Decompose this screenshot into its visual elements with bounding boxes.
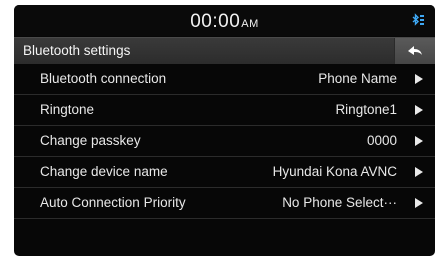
setting-label: Ringtone bbox=[40, 102, 95, 117]
setting-change-passkey[interactable]: Change passkey 0000 bbox=[14, 126, 435, 157]
setting-value: 0000 bbox=[366, 133, 397, 148]
clock-time: 00:00 bbox=[190, 11, 241, 32]
chevron-right-icon bbox=[415, 136, 423, 146]
setting-bluetooth-connection[interactable]: Bluetooth connection Phone Name bbox=[14, 64, 435, 95]
settings-list: Bluetooth connection Phone Name Ringtone… bbox=[14, 64, 435, 219]
title-bar: Bluetooth settings bbox=[14, 37, 435, 64]
back-arrow-icon bbox=[408, 46, 422, 55]
chevron-right-icon bbox=[415, 198, 423, 208]
status-bar: 00:00AM bbox=[14, 5, 435, 36]
setting-label: Change passkey bbox=[40, 133, 141, 148]
setting-value: No Phone Select··· bbox=[282, 195, 397, 210]
chevron-right-icon bbox=[415, 74, 423, 84]
clock-ampm: AM bbox=[241, 18, 259, 30]
clock: 00:00AM bbox=[14, 11, 435, 33]
setting-change-device-name[interactable]: Change device name Hyundai Kona AVNC bbox=[14, 157, 435, 188]
bluetooth-phone-icon bbox=[411, 12, 425, 30]
setting-auto-connection-priority[interactable]: Auto Connection Priority No Phone Select… bbox=[14, 188, 435, 219]
setting-value: Hyundai Kona AVNC bbox=[272, 164, 397, 179]
chevron-right-icon bbox=[415, 167, 423, 177]
head-unit-screen: 00:00AM Bluetooth settings Bluetooth con… bbox=[14, 5, 435, 256]
setting-label: Change device name bbox=[40, 164, 168, 179]
chevron-right-icon bbox=[415, 105, 423, 115]
page-title: Bluetooth settings bbox=[23, 43, 131, 58]
setting-label: Bluetooth connection bbox=[40, 71, 167, 86]
setting-ringtone[interactable]: Ringtone Ringtone1 bbox=[14, 95, 435, 126]
setting-value: Ringtone1 bbox=[335, 102, 397, 117]
setting-label: Auto Connection Priority bbox=[40, 195, 186, 210]
setting-value: Phone Name bbox=[318, 71, 397, 86]
back-button[interactable] bbox=[394, 38, 435, 64]
